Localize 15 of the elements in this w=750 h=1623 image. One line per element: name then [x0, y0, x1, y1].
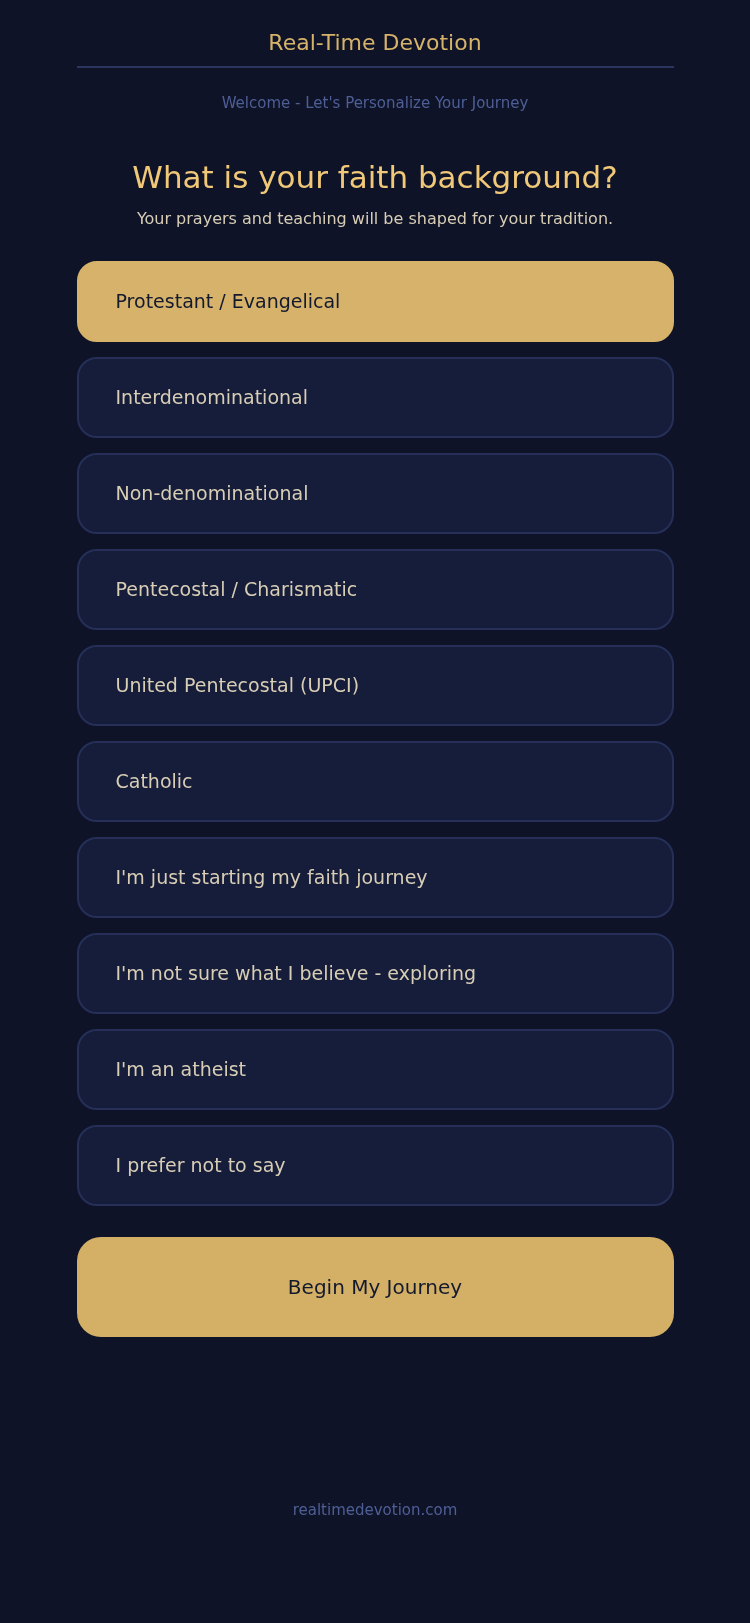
begin-journey-button[interactable]: Begin My Journey — [76, 1236, 674, 1337]
faith-option[interactable]: Protestant / Evangelical — [76, 260, 674, 342]
faith-option[interactable]: I'm just starting my faith journey — [76, 836, 674, 918]
question-description: Your prayers and teaching will be shaped for your tradition. — [136, 207, 614, 230]
faith-option[interactable]: Pentecostal / Charismatic — [76, 548, 674, 630]
question-heading: What is your faith background? — [132, 157, 618, 197]
faith-option[interactable]: Interdenominational — [76, 356, 674, 438]
faith-option[interactable]: I'm not sure what I believe - exploring — [76, 932, 674, 1014]
faith-option[interactable]: Catholic — [76, 740, 674, 822]
faith-option[interactable]: I'm an atheist — [76, 1028, 674, 1110]
faith-option[interactable]: I prefer not to say — [76, 1124, 674, 1206]
welcome-subtitle: Welcome - Let's Personalize Your Journey — [221, 93, 529, 114]
faith-option[interactable]: Non-denominational — [76, 452, 674, 534]
app-title: Real-Time Devotion — [268, 29, 482, 57]
faith-option[interactable]: United Pentecostal (UPCI) — [76, 644, 674, 726]
